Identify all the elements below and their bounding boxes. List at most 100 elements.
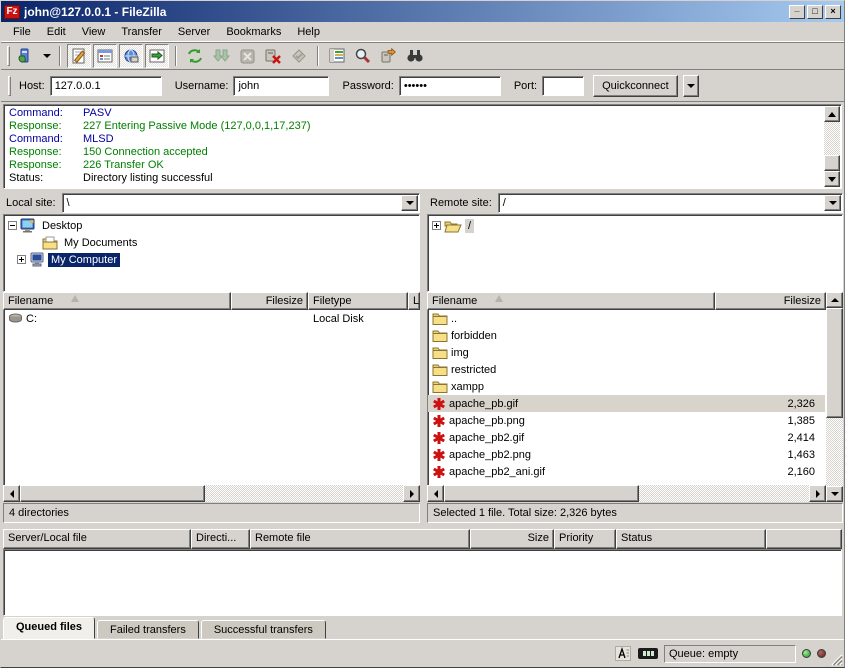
scroll-right-icon[interactable] xyxy=(403,485,420,502)
file-row[interactable]: forbidden xyxy=(428,327,825,344)
toggle-message-log-icon[interactable] xyxy=(67,44,91,68)
column-header-size[interactable]: Size xyxy=(470,529,554,549)
folder-icon xyxy=(432,363,448,376)
activity-led-receive-icon xyxy=(802,649,811,658)
log-label: Response: xyxy=(9,159,83,172)
file-row[interactable]: apache_pb2_ani.gif 2,160 xyxy=(428,463,825,480)
column-header-last-modified[interactable]: L xyxy=(408,292,420,310)
site-manager-icon[interactable] xyxy=(15,44,39,68)
column-header-filesize[interactable]: Filesize xyxy=(231,292,308,310)
tab-failed-transfers[interactable]: Failed transfers xyxy=(97,620,199,639)
remote-pane: Remote site: / / xyxy=(425,191,845,523)
toolbar-separator xyxy=(175,46,177,66)
synchronized-browsing-icon[interactable] xyxy=(377,44,401,68)
file-row[interactable]: apache_pb.png 1,385 xyxy=(428,412,825,429)
computer-icon xyxy=(29,252,45,267)
toggle-local-tree-icon[interactable] xyxy=(93,44,117,68)
scroll-up-icon[interactable] xyxy=(824,106,840,122)
menu-file[interactable]: File xyxy=(5,23,39,41)
menu-view[interactable]: View xyxy=(74,23,114,41)
column-header-filename[interactable]: Filename xyxy=(427,292,715,310)
log-scrollbar[interactable] xyxy=(824,106,840,187)
queue-list[interactable] xyxy=(3,549,842,616)
disconnect-icon[interactable] xyxy=(261,44,285,68)
column-header-filetype[interactable]: Filetype xyxy=(308,292,408,310)
tree-item-label: / xyxy=(465,219,474,233)
toggle-remote-tree-icon[interactable] xyxy=(119,44,143,68)
column-header-server-local-file[interactable]: Server/Local file xyxy=(3,529,191,549)
menu-server[interactable]: Server xyxy=(170,23,218,41)
column-header-status[interactable]: Status xyxy=(616,529,766,549)
tree-item-root[interactable]: / xyxy=(428,217,842,234)
menu-transfer[interactable]: Transfer xyxy=(113,23,170,41)
tree-item-desktop[interactable]: Desktop xyxy=(4,217,419,234)
quickconnect-grip[interactable] xyxy=(8,76,11,96)
resize-grip[interactable] xyxy=(829,652,843,666)
host-input[interactable] xyxy=(50,76,162,96)
tree-item-my-documents[interactable]: My Documents xyxy=(4,234,419,251)
log-text: MLSD xyxy=(83,133,114,146)
port-input[interactable] xyxy=(542,76,584,96)
remote-vscrollbar[interactable] xyxy=(826,292,843,502)
directory-listing-filters-icon[interactable] xyxy=(325,44,349,68)
menu-help[interactable]: Help xyxy=(289,23,328,41)
file-row[interactable]: apache_pb2.gif 2,414 xyxy=(428,429,825,446)
scroll-down-icon[interactable] xyxy=(824,171,840,187)
tab-queued-files[interactable]: Queued files xyxy=(3,617,95,639)
minimize-button[interactable]: _ xyxy=(789,5,805,19)
scroll-down-icon[interactable] xyxy=(826,486,843,502)
file-row[interactable]: img xyxy=(428,344,825,361)
collapse-icon[interactable] xyxy=(8,221,17,230)
column-header-remote-file[interactable]: Remote file xyxy=(250,529,470,549)
quickconnect-bar: Host: Username: Password: Port: Quickcon… xyxy=(1,70,844,102)
scroll-up-icon[interactable] xyxy=(826,292,843,308)
expand-icon[interactable] xyxy=(17,255,26,264)
menu-edit[interactable]: Edit xyxy=(39,23,74,41)
password-input[interactable] xyxy=(399,76,501,96)
expand-icon[interactable] xyxy=(432,221,441,230)
cancel-operation-icon[interactable] xyxy=(235,44,259,68)
log-label: Response: xyxy=(9,120,83,133)
queue-status-text: Queue: empty xyxy=(664,645,796,663)
refresh-icon[interactable] xyxy=(183,44,207,68)
chevron-down-icon[interactable] xyxy=(401,195,418,211)
column-header-filesize[interactable]: Filesize xyxy=(715,292,826,310)
quickconnect-dropdown-icon[interactable] xyxy=(683,75,699,97)
tab-successful-transfers[interactable]: Successful transfers xyxy=(201,620,326,639)
directory-comparison-icon[interactable] xyxy=(403,44,427,68)
maximize-button[interactable]: □ xyxy=(807,5,823,19)
tree-item-my-computer[interactable]: My Computer xyxy=(4,251,419,268)
username-input[interactable] xyxy=(233,76,329,96)
toggle-transfer-queue-icon[interactable] xyxy=(145,44,169,68)
username-label: Username: xyxy=(175,80,229,92)
remote-site-combo[interactable]: / xyxy=(498,193,843,213)
site-manager-dropdown-icon[interactable] xyxy=(41,45,53,67)
scroll-left-icon[interactable] xyxy=(3,485,20,502)
remote-hscrollbar[interactable] xyxy=(427,485,826,502)
close-button[interactable]: × xyxy=(825,5,841,19)
queue-header: Server/Local file Directi... Remote file… xyxy=(3,529,842,549)
toolbar-grip[interactable] xyxy=(7,46,10,66)
chevron-down-icon[interactable] xyxy=(824,195,841,211)
local-hscrollbar[interactable] xyxy=(3,485,420,502)
local-site-label: Local site: xyxy=(3,197,59,209)
remote-directory-tree: / xyxy=(427,214,843,292)
file-row-c-drive[interactable]: C: Local Disk xyxy=(4,310,419,327)
scroll-right-icon[interactable] xyxy=(809,485,826,502)
quickconnect-button[interactable]: Quickconnect xyxy=(593,75,678,97)
process-queue-icon[interactable] xyxy=(209,44,233,68)
file-search-icon[interactable] xyxy=(351,44,375,68)
local-site-combo[interactable]: \ xyxy=(62,193,420,213)
reconnect-icon[interactable] xyxy=(287,44,311,68)
file-row[interactable]: apache_pb2.png 1,463 xyxy=(428,446,825,463)
column-header-priority[interactable]: Priority xyxy=(554,529,616,549)
file-row[interactable]: .. xyxy=(428,310,825,327)
file-row[interactable]: xampp xyxy=(428,378,825,395)
scroll-left-icon[interactable] xyxy=(427,485,444,502)
file-row-selected[interactable]: apache_pb.gif 2,326 xyxy=(428,395,825,412)
column-header-filename[interactable]: Filename xyxy=(3,292,231,310)
menu-bookmarks[interactable]: Bookmarks xyxy=(218,23,289,41)
column-header-direction[interactable]: Directi... xyxy=(191,529,250,549)
file-row[interactable]: restricted xyxy=(428,361,825,378)
image-file-icon xyxy=(432,465,446,479)
